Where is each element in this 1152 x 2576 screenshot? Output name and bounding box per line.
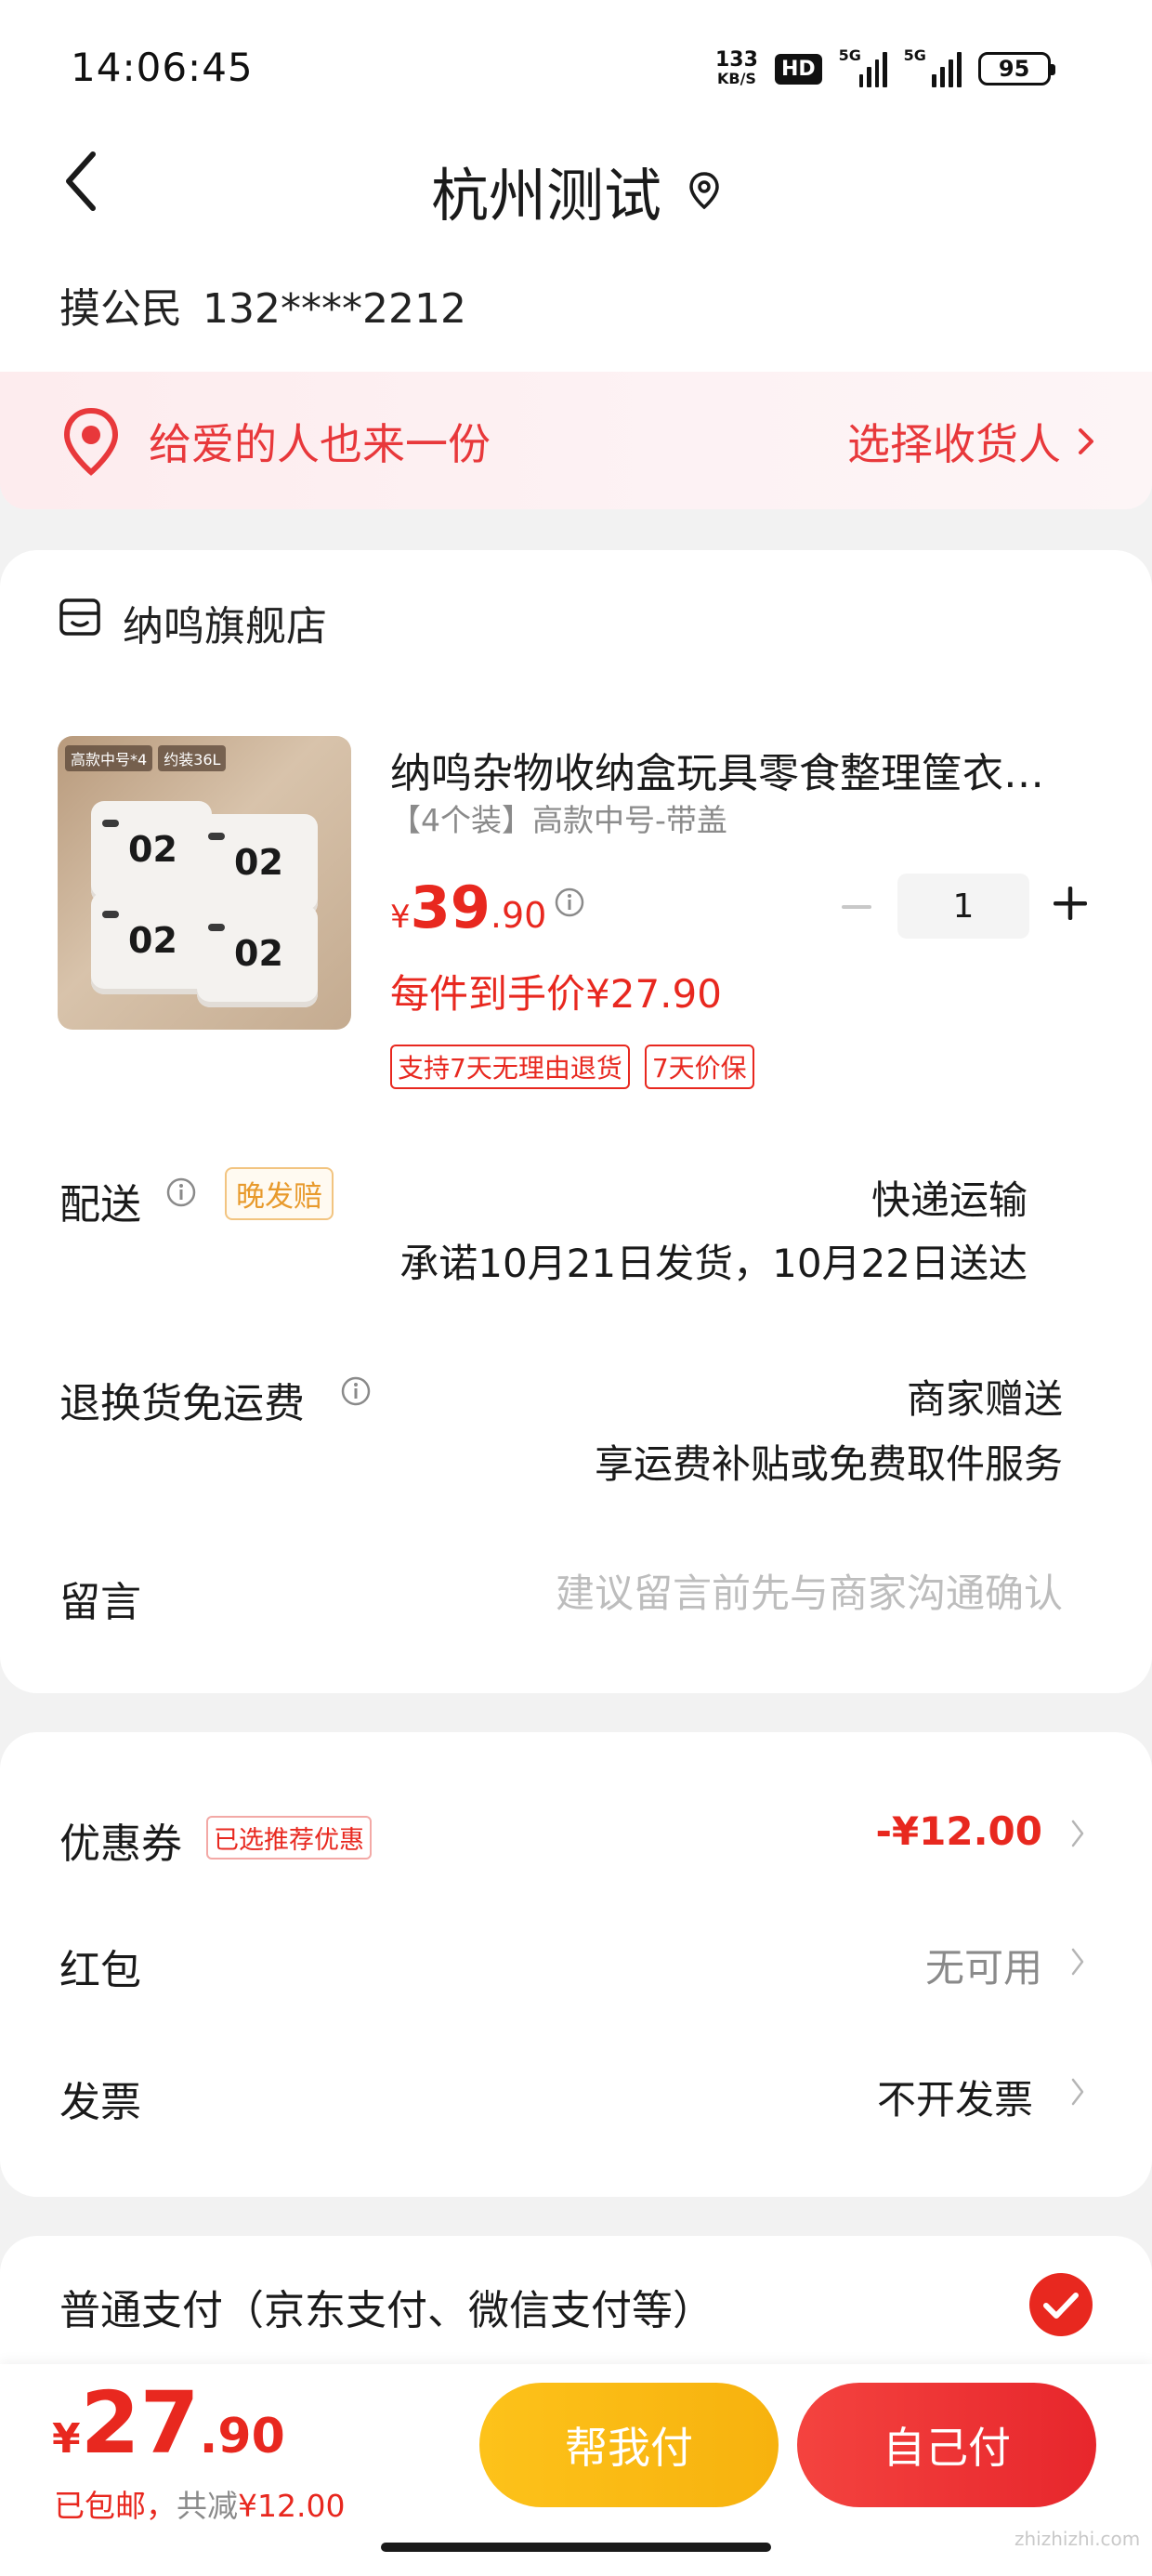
return-shipping-label: 退换货免运费 <box>59 1380 305 1427</box>
status-icons: 133 KB/S HD 5G 5G 95 <box>715 41 1055 97</box>
service-tag: 7天价保 <box>644 1045 754 1089</box>
product-image[interactable]: 高款中号*4 约装36L 02 02 02 02 <box>58 736 351 1030</box>
unit-price-label: 每件到手价¥27.90 <box>390 971 722 1017</box>
signal-label-2: 5G <box>903 46 926 64</box>
box-label: 02 <box>128 829 177 870</box>
total-decimal: .90 <box>199 2409 285 2464</box>
network-speed-value: 133 <box>715 48 758 72</box>
price-integer: 39 <box>410 874 491 941</box>
signal-icon-2: 5G <box>904 46 962 87</box>
address-title[interactable]: 杭州测试 <box>431 149 661 232</box>
total-currency: ¥ <box>52 2415 81 2463</box>
choose-receiver-label: 选择收货人 <box>847 419 1061 469</box>
chevron-right-icon[interactable] <box>1070 1946 1085 1978</box>
chevron-right-icon <box>1079 428 1093 454</box>
contact-phone: 132****2212 <box>203 285 466 333</box>
choose-receiver-link[interactable]: 选择收货人 <box>847 411 1094 472</box>
quantity-plus-button[interactable] <box>1052 885 1089 922</box>
note-input[interactable] <box>412 1565 1063 1621</box>
battery-level: 95 <box>998 56 1030 82</box>
box-label: 02 <box>128 920 177 961</box>
saved-prefix: 共减 <box>177 2488 238 2524</box>
total-summary: 已包邮，共减¥12.00 <box>54 2481 345 2526</box>
storage-box: 02 <box>197 905 318 1007</box>
hd-icon: HD <box>774 53 822 85</box>
delivery-label: 配送 <box>59 1181 141 1229</box>
signal-label: 5G <box>838 46 861 64</box>
delivery-info-icon[interactable] <box>165 1176 197 1208</box>
quantity-input[interactable]: 1 <box>897 874 1029 939</box>
network-speed-unit: KB/S <box>716 70 756 87</box>
storage-box: 02 <box>91 801 212 903</box>
watermark: zhizhizhi.com <box>1015 2528 1141 2550</box>
coupon-value[interactable]: -¥12.00 <box>875 1808 1042 1854</box>
return-info-icon[interactable] <box>340 1375 372 1407</box>
payment-method-label[interactable]: 普通支付（京东支付、微信支付等） <box>59 2277 713 2336</box>
invoice-value[interactable]: 不开发票 <box>877 2069 1033 2125</box>
late-compensation-badge: 晚发赔 <box>225 1167 334 1220</box>
contact-info[interactable]: 摸公民 132****2212 <box>59 275 466 335</box>
image-tag: 高款中号*4 <box>65 745 153 771</box>
image-tag: 约装36L <box>158 745 227 771</box>
delivery-promise[interactable]: 承诺10月21日发货，10月22日送达 <box>399 1232 1028 1289</box>
contact-name: 摸公民 <box>59 285 182 333</box>
coupon-label: 优惠券 <box>59 1820 182 1868</box>
page-title: 杭州测试 <box>0 149 1152 232</box>
gift-location-icon <box>63 407 119 476</box>
checkmark-selected-icon[interactable] <box>1028 2271 1094 2338</box>
storage-box: 02 <box>91 892 212 994</box>
service-tag: 支持7天无理由退货 <box>390 1045 630 1089</box>
total-price: ¥27.90 <box>52 2373 285 2473</box>
help-pay-button[interactable]: 帮我付 <box>479 2383 779 2507</box>
invoice-label: 发票 <box>59 2079 141 2126</box>
gift-banner-text: 给爱的人也来一份 <box>149 419 491 469</box>
box-label: 02 <box>234 933 283 974</box>
shop-icon <box>59 598 100 636</box>
price-currency: ¥ <box>390 899 411 936</box>
box-label: 02 <box>234 842 283 883</box>
return-shipping-value: 商家赠送 <box>906 1376 1063 1422</box>
shipping-label: 已包邮， <box>54 2488 177 2524</box>
price-decimal: .90 <box>490 895 547 936</box>
chevron-right-icon[interactable] <box>1070 1818 1085 1849</box>
location-pin-icon[interactable] <box>687 170 721 211</box>
shop-name[interactable]: 纳鸣旗舰店 <box>123 593 327 652</box>
battery-icon: 95 <box>977 52 1055 85</box>
coupon-recommended-badge: 已选推荐优惠 <box>206 1816 372 1860</box>
total-integer: 27 <box>80 2373 200 2473</box>
status-time: 14:06:45 <box>71 45 254 90</box>
delivery-method[interactable]: 快递运输 <box>871 1169 1028 1226</box>
image-tags: 高款中号*4 约装36L <box>65 745 227 771</box>
return-shipping-desc: 享运费补贴或免费取件服务 <box>594 1441 1063 1487</box>
chevron-right-icon[interactable] <box>1070 2076 1085 2108</box>
saved-amount: ¥12.00 <box>238 2488 346 2524</box>
product-title[interactable]: 纳鸣杂物收纳盒玩具零食整理筐衣物储物箱 <box>390 740 1078 799</box>
note-label: 留言 <box>59 1579 141 1626</box>
price-info-icon[interactable] <box>554 887 585 918</box>
storage-box: 02 <box>197 814 318 916</box>
product-price: ¥39.90 <box>390 874 546 941</box>
red-packet-label: 红包 <box>59 1947 141 1994</box>
self-pay-button[interactable]: 自己付 <box>797 2383 1096 2507</box>
home-indicator[interactable] <box>381 2543 771 2552</box>
quantity-minus-button[interactable] <box>840 879 873 935</box>
red-packet-value[interactable]: 无可用 <box>925 1937 1042 1993</box>
network-speed: 133 KB/S <box>715 50 758 87</box>
signal-icon: 5G <box>839 46 887 87</box>
product-spec[interactable]: 【4个装】高款中号-带盖 <box>390 795 727 840</box>
service-tags: 支持7天无理由退货 7天价保 <box>390 1045 754 1089</box>
order-card <box>0 550 1152 1693</box>
